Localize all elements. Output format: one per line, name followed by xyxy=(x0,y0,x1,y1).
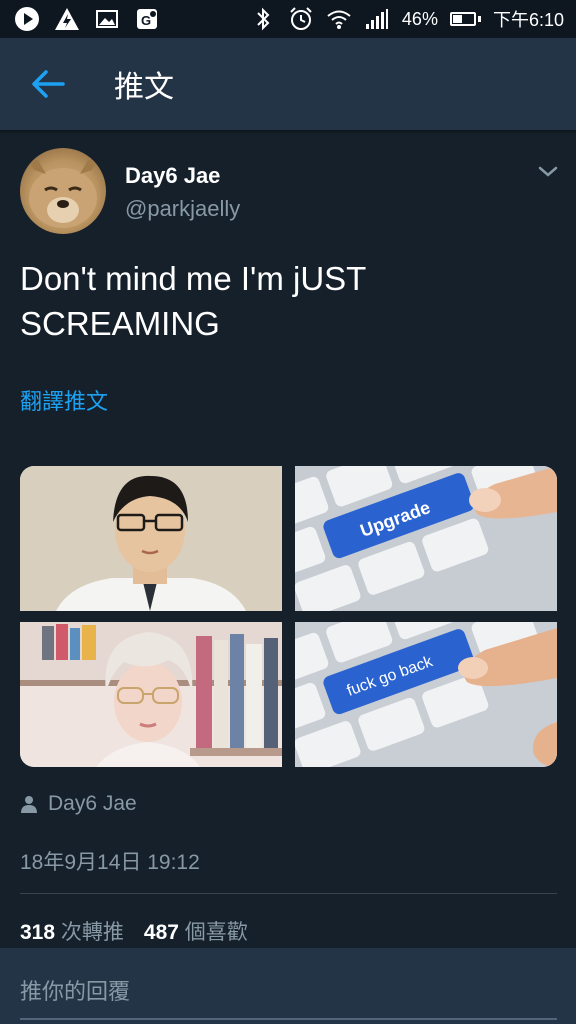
photo-keyboard-upgrade[interactable]: Upgrade xyxy=(295,466,557,611)
translate-link[interactable]: 翻譯推文 xyxy=(20,384,108,416)
author-name[interactable]: Day6 Jae xyxy=(125,163,220,189)
bluetooth-icon xyxy=(250,6,276,32)
reply-input-underline xyxy=(20,1018,557,1020)
tweet-stats: 318 次轉推 487 個喜歡 xyxy=(20,916,248,946)
battery-icon xyxy=(449,12,481,26)
maps-icon: G xyxy=(134,6,160,32)
likes-stat[interactable]: 487 個喜歡 xyxy=(144,916,248,946)
battery-percent: 46% xyxy=(401,8,438,29)
photo-portrait[interactable] xyxy=(20,622,282,767)
tweet-text-line: SCREAMING xyxy=(20,305,220,342)
signal-icon xyxy=(364,6,390,32)
clock: 下午6:10 xyxy=(492,10,564,30)
avatar[interactable] xyxy=(20,148,106,234)
arrow-left-icon xyxy=(32,70,65,98)
retweets-stat[interactable]: 318 次轉推 xyxy=(20,916,124,946)
person-icon xyxy=(21,796,37,813)
divider xyxy=(20,893,557,894)
lightning-warning-icon xyxy=(54,6,80,32)
tweet-text: Don't mind me I'm jUST SCREAMING xyxy=(20,256,550,346)
context-user-name: Day6 Jae xyxy=(48,792,137,815)
context-user[interactable]: Day6 Jae xyxy=(20,792,137,816)
wifi-icon xyxy=(326,6,352,32)
svg-text:G: G xyxy=(141,13,151,28)
likes-count: 487 xyxy=(143,921,179,944)
reply-bar: 推你的回覆 xyxy=(0,948,576,1024)
tweet-timestamp: 18年9月14日 19:12 xyxy=(20,851,200,874)
author-handle[interactable]: @parkjaelly xyxy=(125,196,240,222)
photo-keyboard-go-back[interactable]: fuck go back xyxy=(295,622,557,767)
likes-label: 個喜歡 xyxy=(184,921,248,944)
back-button[interactable] xyxy=(18,54,78,114)
tweet-text-line: Don't mind me I'm jUST xyxy=(20,260,367,297)
image-icon xyxy=(94,6,120,32)
status-bar: G 46% 下午6:10 xyxy=(0,0,576,38)
reply-input[interactable]: 推你的回覆 xyxy=(20,974,130,1006)
chevron-down-icon[interactable] xyxy=(536,160,560,184)
alarm-icon xyxy=(288,6,314,32)
photo-portrait[interactable] xyxy=(20,466,282,611)
app-bar: 推文 xyxy=(0,38,576,130)
play-icon xyxy=(14,6,40,32)
media-grid: Upgrade fuck go back xyxy=(20,466,557,768)
retweets-count: 318 xyxy=(20,921,56,944)
retweets-label: 次轉推 xyxy=(60,921,124,944)
page-title: 推文 xyxy=(114,71,174,104)
